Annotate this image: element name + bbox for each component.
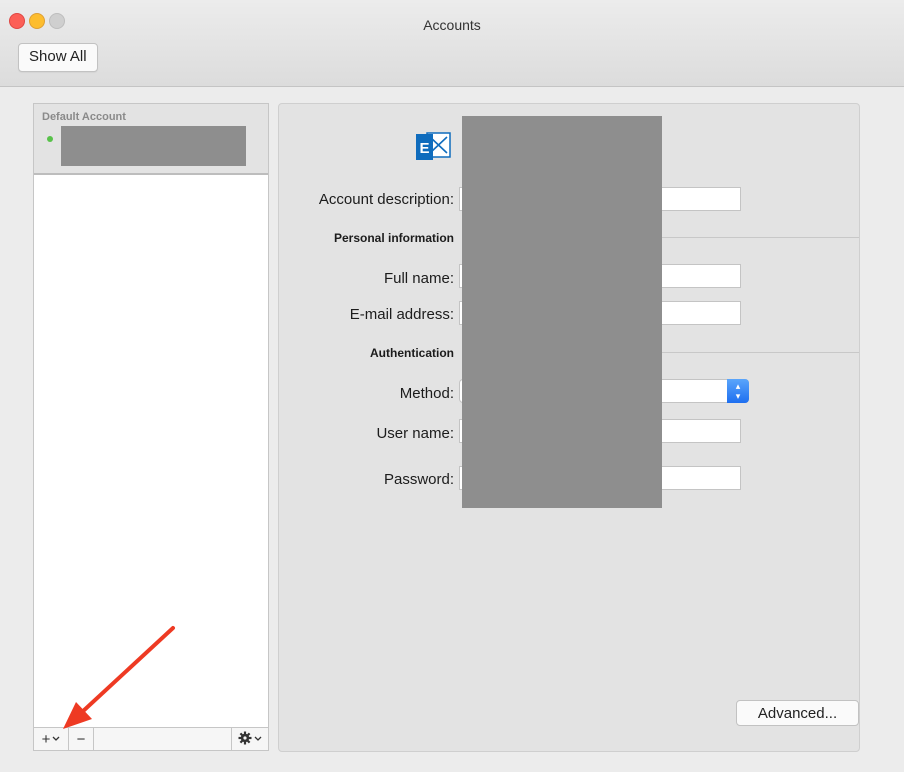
accounts-window: Accounts Show All Default Account + − E … [0,0,904,772]
annotation-arrow [63,626,175,729]
